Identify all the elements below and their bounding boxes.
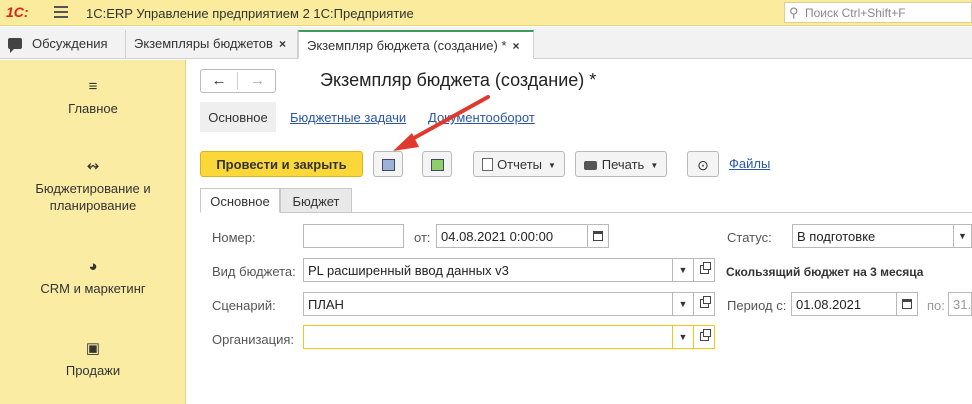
sidebar-item-sales[interactable]: ▣ Продажи [0, 340, 186, 379]
tab-budget-instances[interactable]: Экземпляры бюджетов × [126, 30, 298, 59]
scenario-field[interactable]: ПЛАН [303, 292, 673, 316]
period-from-calendar-button[interactable] [896, 292, 918, 316]
nav-buttons: ← → [200, 69, 276, 93]
post-button[interactable] [422, 151, 452, 177]
print-button[interactable]: Печать ▼ [575, 151, 667, 177]
budget-type-field[interactable]: PL расширенный ввод данных v3 [303, 258, 673, 282]
sidebar-item-main[interactable]: ≡ Главное [0, 78, 186, 117]
search-icon: ⚲ [789, 5, 799, 20]
tab-label: Обсуждения [32, 36, 108, 51]
budget-type-label: Вид бюджета: [212, 264, 296, 279]
files-link[interactable]: Файлы [729, 156, 770, 171]
organization-open-button[interactable] [693, 325, 715, 349]
attach-button[interactable]: ⊙ [687, 151, 719, 177]
close-icon[interactable]: × [513, 39, 520, 53]
period-to-field[interactable]: 31. [948, 292, 972, 316]
period-to-label: по: [927, 298, 945, 313]
section-docflow-wrap: Документооборот [428, 102, 535, 132]
main-menu-icon[interactable] [54, 6, 68, 18]
title-bar: 1С: 1С:ERP Управление предприятием 2 1С:… [0, 0, 972, 26]
report-icon [482, 158, 494, 171]
tab-label: Экземпляры бюджетов [134, 36, 273, 51]
close-icon[interactable]: × [279, 37, 286, 51]
back-arrow-icon[interactable]: ← [201, 72, 238, 89]
sidebar-item-budgeting[interactable]: ↭ Бюджетирование и планирование [0, 158, 186, 214]
sidebar-item-label: CRM и маркетинг [40, 281, 146, 296]
document-form: ← → Экземпляр бюджета (создание) * Основ… [200, 60, 972, 404]
chevron-down-icon: ▼ [958, 231, 967, 241]
tab-label: Экземпляр бюджета (создание) * [307, 38, 507, 53]
status-dropdown-button[interactable]: ▼ [953, 224, 972, 248]
chevron-down-icon: ▼ [650, 161, 659, 170]
date-from-label: от: [414, 230, 431, 245]
calendar-button[interactable] [587, 224, 609, 248]
calendar-icon [902, 299, 912, 309]
post-icon [430, 159, 444, 171]
chat-icon [8, 38, 22, 53]
section-docflow-link[interactable]: Документооборот [428, 110, 535, 125]
save-icon [381, 159, 395, 171]
budget-chart-icon: ↭ [86, 158, 100, 175]
period-from-field[interactable]: 01.08.2021 [791, 292, 897, 316]
status-select[interactable]: В подготовке [792, 224, 954, 248]
open-icon [699, 329, 711, 341]
organization-label: Организация: [212, 332, 295, 347]
scenario-open-button[interactable] [693, 292, 715, 316]
organization-field[interactable] [303, 325, 673, 349]
open-icon [699, 296, 711, 308]
number-label: Номер: [212, 230, 256, 245]
sidebar-item-label: Продажи [65, 363, 121, 378]
bag-icon: ▣ [85, 340, 101, 357]
sidebar-item-label: Бюджетирование и планирование [35, 181, 151, 213]
scenario-label: Сценарий: [212, 298, 276, 313]
save-button[interactable] [373, 151, 403, 177]
sidebar: ≡ Главное ↭ Бюджетирование и планировани… [0, 60, 186, 404]
search-placeholder: Поиск Ctrl+Shift+F [805, 6, 906, 20]
tab-discussions[interactable]: Обсуждения [0, 30, 126, 59]
section-budget-tasks-link[interactable]: Бюджетные задачи [290, 110, 406, 125]
app-title: 1С:ERP Управление предприятием 2 1С:Пред… [86, 6, 414, 21]
chevron-down-icon: ▼ [678, 299, 688, 309]
number-field[interactable] [303, 224, 404, 248]
section-budget-tasks-wrap: Бюджетные задачи [290, 102, 406, 132]
menu-icon: ≡ [88, 78, 98, 95]
budget-type-open-button[interactable] [693, 258, 715, 282]
organization-dropdown-button[interactable]: ▼ [672, 325, 694, 349]
page-title: Экземпляр бюджета (создание) * [320, 70, 597, 90]
printer-icon [583, 161, 597, 170]
post-and-close-button[interactable]: Провести и закрыть [200, 151, 363, 177]
form-tab-budget[interactable]: Бюджет [280, 188, 352, 213]
calendar-icon [593, 231, 603, 241]
pie-icon: ◕ [88, 258, 98, 275]
tab-divider [352, 212, 972, 213]
sidebar-item-crm[interactable]: ◕ CRM и маркетинг [0, 258, 186, 297]
chevron-down-icon: ▼ [548, 161, 556, 170]
scenario-dropdown-button[interactable]: ▼ [672, 292, 694, 316]
open-tabs-bar: Обсуждения Экземпляры бюджетов × Экземпля… [0, 27, 972, 59]
status-label: Статус: [727, 230, 772, 245]
section-main[interactable]: Основное [200, 102, 276, 132]
chevron-down-icon: ▼ [678, 332, 688, 342]
chevron-down-icon: ▼ [678, 265, 688, 275]
date-field[interactable]: 04.08.2021 0:00:00 [436, 224, 588, 248]
rolling-budget-note: Скользящий бюджет на 3 месяца [726, 265, 924, 279]
form-tab-main[interactable]: Основное [200, 188, 280, 213]
search-input[interactable]: ⚲ Поиск Ctrl+Shift+F [784, 2, 972, 23]
reports-button[interactable]: Отчеты ▼ [473, 151, 565, 177]
budget-type-dropdown-button[interactable]: ▼ [672, 258, 694, 282]
sidebar-item-label: Главное [68, 101, 118, 116]
forward-arrow-icon[interactable]: → [239, 72, 276, 89]
print-label: Печать [601, 157, 645, 172]
paperclip-icon: ⊙ [697, 157, 709, 173]
tab-budget-instance-create[interactable]: Экземпляр бюджета (создание) * × [298, 30, 534, 59]
open-icon [699, 262, 711, 274]
period-from-label: Период с: [727, 298, 787, 313]
app-logo[interactable]: 1С: [6, 4, 29, 20]
reports-label: Отчеты [497, 157, 542, 172]
